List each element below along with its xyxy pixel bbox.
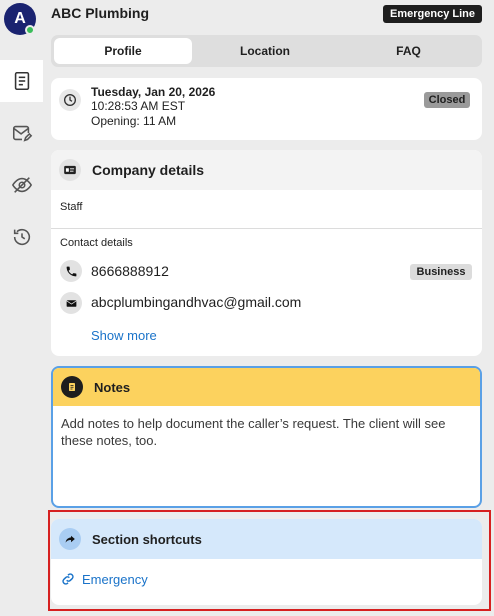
- phone-type-badge: Business: [410, 264, 472, 280]
- share-arrow-icon: [59, 528, 81, 550]
- section-shortcuts-title: Section shortcuts: [92, 532, 202, 547]
- history-icon: [13, 228, 30, 246]
- status-card: Tuesday, Jan 20, 2026 10:28:53 AM EST Op…: [51, 78, 482, 140]
- opening-time: Opening: 11 AM: [91, 114, 177, 128]
- divider: [51, 228, 482, 229]
- company-details-title: Company details: [92, 162, 205, 178]
- emergency-line-button[interactable]: Emergency Line: [383, 5, 482, 23]
- tab-bar: Profile Location FAQ: [51, 35, 482, 67]
- rail-hidden-button[interactable]: [0, 164, 43, 206]
- page-title: ABC Plumbing: [51, 5, 149, 21]
- status-date: Tuesday, Jan 20, 2026: [91, 85, 216, 99]
- notes-icon: [14, 71, 29, 91]
- link-icon: [62, 573, 74, 585]
- phone-number[interactable]: 8666888912: [91, 263, 169, 279]
- tab-profile[interactable]: Profile: [54, 38, 192, 64]
- phone-icon: [60, 260, 82, 282]
- notepad-icon: [61, 376, 83, 398]
- status-time: 10:28:53 AM EST: [91, 99, 186, 113]
- contact-details-label: Contact details: [60, 237, 133, 249]
- rail-history-button[interactable]: [0, 216, 43, 258]
- shortcut-emergency-link[interactable]: Emergency: [60, 569, 148, 589]
- avatar-initial: A: [14, 10, 26, 27]
- section-shortcuts-card: Section shortcuts Emergency: [51, 519, 482, 605]
- notes-title: Notes: [94, 380, 131, 395]
- section-shortcuts-header: Section shortcuts: [51, 519, 482, 559]
- tab-location[interactable]: Location: [196, 38, 334, 64]
- clock-icon: [59, 89, 81, 111]
- email-address[interactable]: abcplumbingandhvac@gmail.com: [91, 294, 301, 310]
- status-badge: Closed: [424, 92, 470, 108]
- notes-card: Notes Add notes to help document the cal…: [51, 366, 482, 508]
- show-more-link[interactable]: Show more: [91, 328, 157, 343]
- left-rail: A: [0, 0, 43, 616]
- notes-header: Notes: [53, 368, 480, 406]
- eye-slash-icon: [11, 177, 32, 193]
- online-status-dot: [25, 25, 35, 35]
- mail-edit-icon: [12, 125, 32, 142]
- rail-mail-button[interactable]: [0, 112, 43, 154]
- company-details-header[interactable]: Company details: [51, 150, 482, 190]
- staff-label: Staff: [60, 201, 83, 213]
- id-card-icon: [59, 159, 81, 181]
- tab-faq[interactable]: FAQ: [338, 38, 479, 64]
- shortcut-emergency-label: Emergency: [82, 571, 148, 587]
- notes-textarea[interactable]: Add notes to help document the caller’s …: [61, 415, 461, 449]
- rail-notes-button[interactable]: [0, 60, 43, 102]
- company-details-card: Company details Staff Contact details 86…: [51, 150, 482, 356]
- email-icon: [60, 292, 82, 314]
